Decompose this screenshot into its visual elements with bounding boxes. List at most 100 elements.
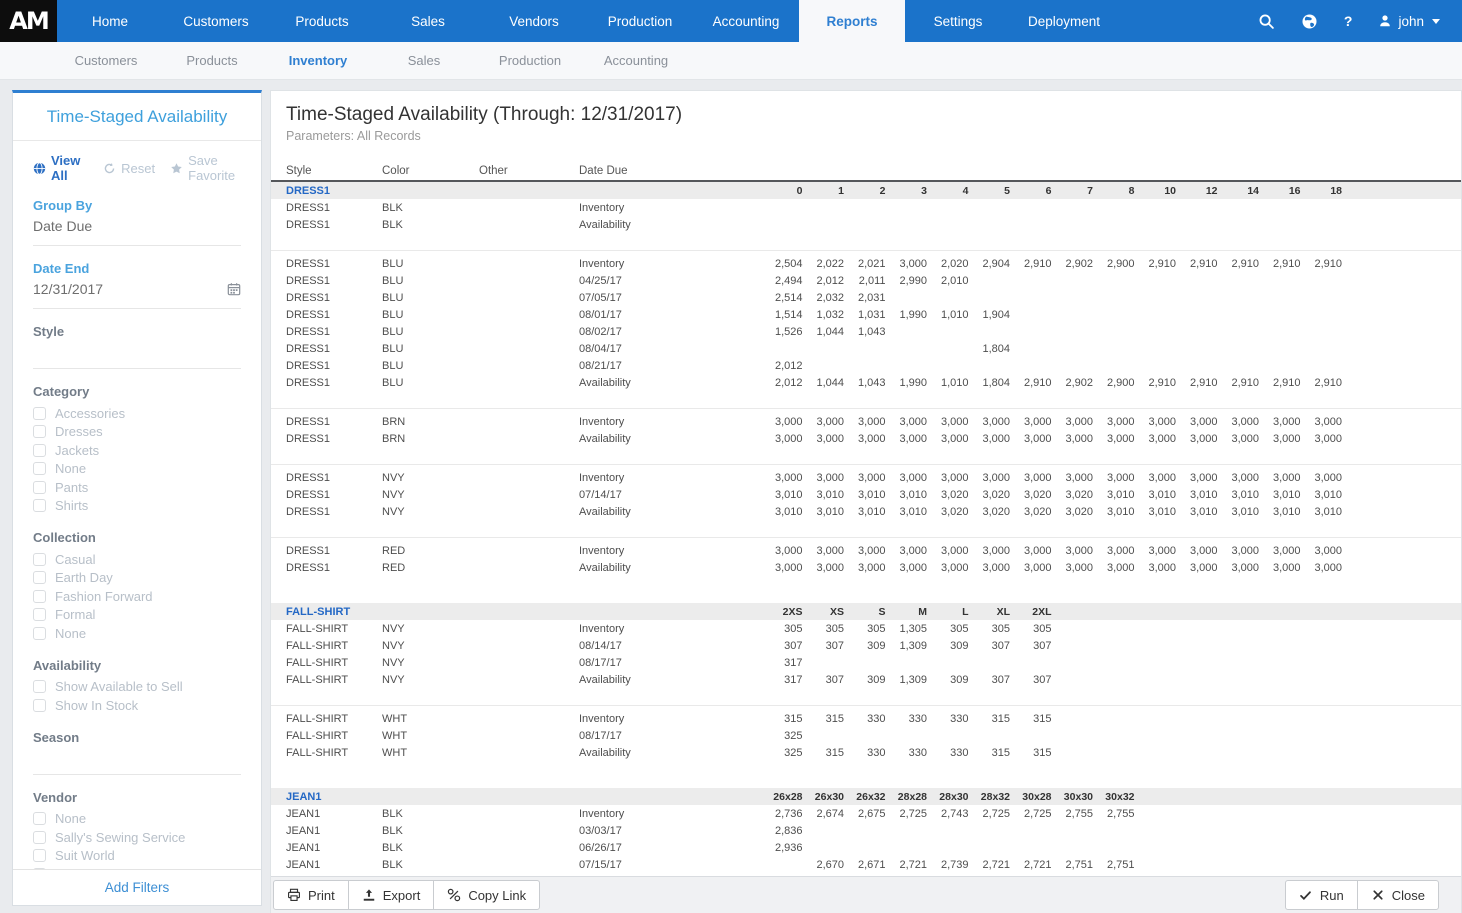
qty-cell: 2,755 (1057, 808, 1099, 820)
filter-checkbox-item[interactable]: None (33, 810, 241, 829)
qty-cell: 3,000 (1098, 472, 1140, 484)
season-input[interactable] (33, 745, 241, 775)
qty-cell: 3,010 (1223, 489, 1265, 501)
nav-item-sales[interactable]: Sales (375, 0, 481, 42)
close-button[interactable]: Close (1357, 880, 1439, 910)
date-end-field[interactable]: 12/31/2017 (33, 281, 241, 309)
qty-cell: 3,020 (1015, 506, 1057, 518)
nav-item-reports[interactable]: Reports (799, 0, 905, 42)
style-label: Style (33, 324, 241, 339)
nav-item-production[interactable]: Production (587, 0, 693, 42)
qty-cell: 307 (766, 640, 808, 652)
qty-cell: 3,000 (1057, 433, 1099, 445)
nav-item-vendors[interactable]: Vendors (481, 0, 587, 42)
add-filters-link[interactable]: Add Filters (13, 869, 261, 905)
export-button[interactable]: Export (348, 880, 435, 910)
subnav-item-production[interactable]: Production (477, 53, 583, 68)
filter-item-label: Fashion Forward (55, 589, 153, 604)
subnav-item-inventory[interactable]: Inventory (265, 53, 371, 68)
checkbox[interactable] (33, 571, 46, 584)
date-due-cell: 06/26/17 (579, 842, 766, 854)
qty-cell: 3,000 (974, 562, 1016, 574)
filter-checkbox-item[interactable]: None (33, 460, 241, 479)
run-label: Run (1320, 888, 1344, 903)
filter-checkbox-item[interactable]: Fashion Forward (33, 587, 241, 606)
checkbox[interactable] (33, 481, 46, 494)
group-style-link[interactable]: FALL-SHIRT (286, 606, 766, 618)
subnav-item-sales[interactable]: Sales (371, 53, 477, 68)
filter-checkbox-item[interactable]: Casual (33, 550, 241, 569)
export-label: Export (383, 888, 421, 903)
checkbox[interactable] (33, 680, 46, 693)
qty-cell: 3,010 (1306, 506, 1348, 518)
filter-checkbox-item[interactable]: Suit World (33, 847, 241, 866)
filter-checkbox-item[interactable]: Dresses (33, 423, 241, 442)
filter-checkbox-item[interactable]: Sally's Sewing Service (33, 828, 241, 847)
qty-cell: 2,012 (766, 360, 808, 372)
report-title: Time-Staged Availability (Through: 12/31… (286, 104, 1461, 126)
filter-item-label: None (55, 461, 86, 476)
filter-checkbox-item[interactable]: Accessories (33, 404, 241, 423)
run-button[interactable]: Run (1285, 880, 1358, 910)
user-menu[interactable]: john (1378, 14, 1440, 29)
qty-cell: 3,000 (1057, 545, 1099, 557)
size-header: 1 (808, 185, 850, 197)
search-icon[interactable] (1258, 13, 1275, 30)
help-icon[interactable]: ? (1344, 13, 1353, 29)
table-row: JEAN1BLK03/03/172,836 (271, 822, 1461, 839)
nav-item-products[interactable]: Products (269, 0, 375, 42)
calendar-icon[interactable] (227, 282, 241, 296)
filter-checkbox-item[interactable]: Earth Day (33, 569, 241, 588)
size-header: M (891, 606, 933, 618)
nav-item-accounting[interactable]: Accounting (693, 0, 799, 42)
check-icon (1299, 888, 1313, 902)
checkbox[interactable] (33, 499, 46, 512)
nav-item-deployment[interactable]: Deployment (1011, 0, 1117, 42)
filter-checkbox-item[interactable]: Show In Stock (33, 696, 241, 715)
checkbox[interactable] (33, 407, 46, 420)
qty-cell: 2,675 (849, 808, 891, 820)
checkbox[interactable] (33, 627, 46, 640)
qty-cell: 3,010 (1140, 506, 1182, 518)
checkbox[interactable] (33, 608, 46, 621)
filter-checkbox-item[interactable]: None (33, 624, 241, 643)
date-due-cell: 08/02/17 (579, 326, 766, 338)
checkbox[interactable] (33, 831, 46, 844)
checkbox[interactable] (33, 699, 46, 712)
checkbox[interactable] (33, 462, 46, 475)
group-by-select[interactable]: Date Due (33, 218, 241, 246)
nav-item-home[interactable]: Home (57, 0, 163, 42)
separator-line (271, 391, 1461, 409)
reset-link[interactable]: Reset (102, 161, 155, 176)
filter-checkbox-item[interactable]: Jackets (33, 441, 241, 460)
group-style-link[interactable]: DRESS1 (286, 185, 766, 197)
subnav-item-products[interactable]: Products (159, 53, 265, 68)
checkbox[interactable] (33, 812, 46, 825)
subnav-item-accounting[interactable]: Accounting (583, 53, 689, 68)
qty-cell: 305 (849, 623, 891, 635)
copy-link-button[interactable]: Copy Link (433, 880, 540, 910)
nav-item-customers[interactable]: Customers (163, 0, 269, 42)
print-button[interactable]: Print (273, 880, 349, 910)
style-cell: FALL-SHIRT (286, 747, 382, 759)
filter-checkbox-item[interactable]: Pants (33, 478, 241, 497)
separator-line (271, 688, 1461, 706)
subnav-item-customers[interactable]: Customers (53, 53, 159, 68)
style-input[interactable] (33, 339, 241, 369)
view-all-link[interactable]: View All (33, 153, 87, 183)
checkbox[interactable] (33, 444, 46, 457)
save-favorite-link[interactable]: Save Favorite (170, 153, 249, 183)
checkbox[interactable] (33, 849, 46, 862)
filter-checkbox-item[interactable]: Shirts (33, 497, 241, 516)
nav-item-settings[interactable]: Settings (905, 0, 1011, 42)
qty-cell: 1,526 (766, 326, 808, 338)
app-logo[interactable]: AM (0, 0, 57, 42)
group-style-link[interactable]: JEAN1 (286, 791, 766, 803)
filter-checkbox-item[interactable]: Show Available to Sell (33, 678, 241, 697)
checkbox[interactable] (33, 425, 46, 438)
filter-checkbox-item[interactable]: Formal (33, 606, 241, 625)
globe-icon[interactable] (1301, 13, 1318, 30)
checkbox[interactable] (33, 553, 46, 566)
qty-cell: 2,725 (891, 808, 933, 820)
checkbox[interactable] (33, 590, 46, 603)
